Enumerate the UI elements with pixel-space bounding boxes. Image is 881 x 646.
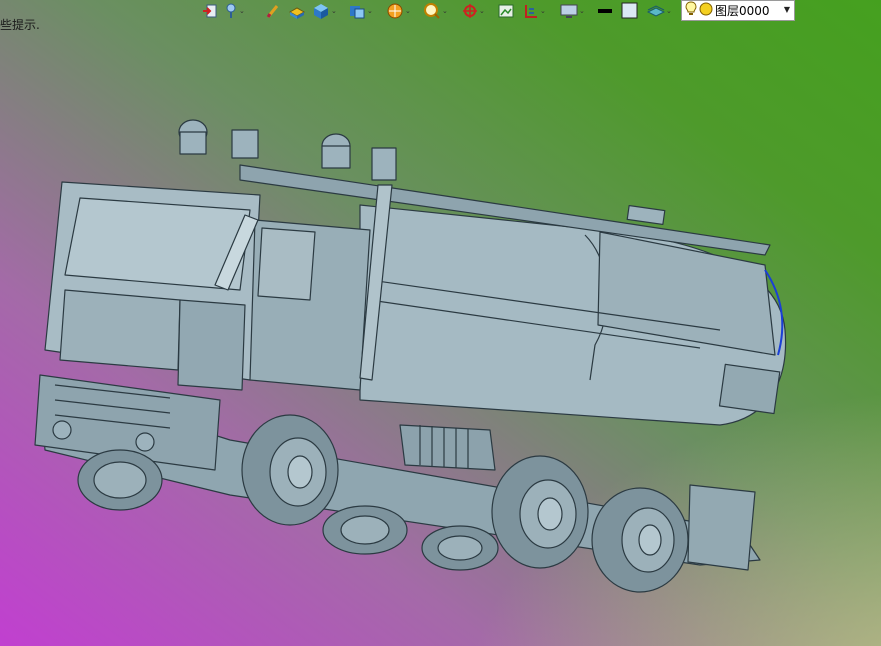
tanker-truck-model[interactable] (0, 0, 881, 646)
